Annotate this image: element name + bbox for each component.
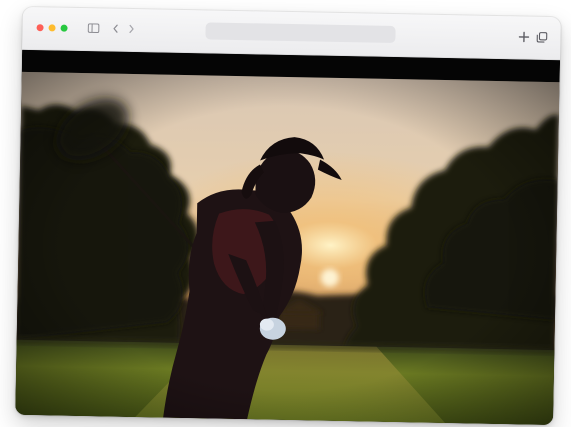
forward-button[interactable]	[124, 22, 138, 36]
chevron-left-icon	[113, 24, 118, 33]
new-tab-button[interactable]	[516, 29, 530, 43]
minimize-window-button[interactable]	[48, 24, 56, 32]
window-controls	[36, 24, 68, 32]
sidebar-toggle-button[interactable]	[86, 21, 100, 35]
sidebar-icon	[87, 23, 100, 34]
address-bar[interactable]	[205, 22, 396, 44]
chevron-right-icon	[129, 24, 134, 34]
zoom-window-button[interactable]	[60, 24, 68, 32]
tab-overview-button[interactable]	[534, 30, 548, 44]
stage	[0, 0, 571, 427]
close-window-button[interactable]	[36, 24, 44, 32]
tabs-overview-icon	[536, 31, 547, 43]
golfer-silhouette-sunset-video[interactable]	[15, 49, 561, 426]
page-viewport	[15, 49, 561, 426]
plus-icon	[518, 31, 529, 42]
back-button[interactable]	[108, 22, 122, 36]
browser-window	[15, 6, 561, 426]
